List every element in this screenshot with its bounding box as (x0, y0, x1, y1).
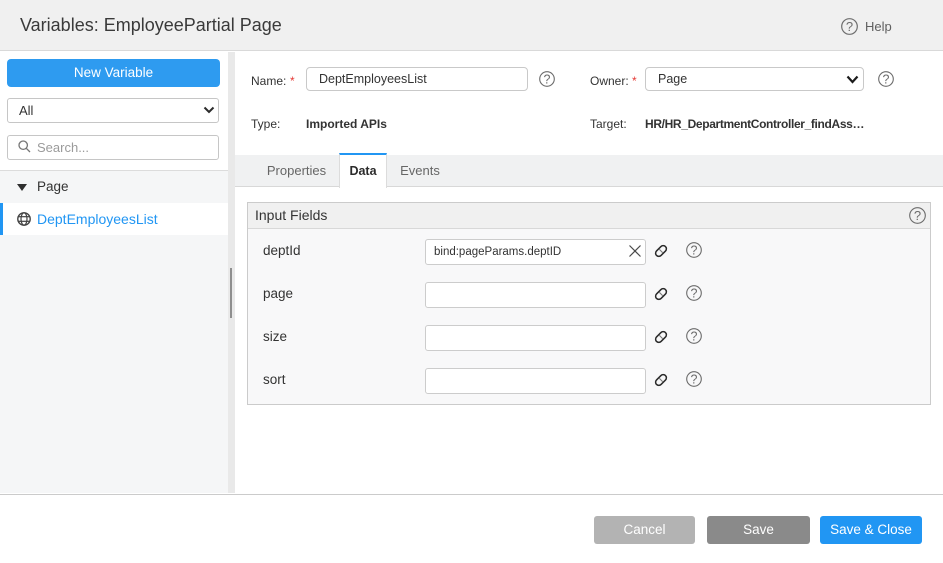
svg-text:?: ? (846, 19, 853, 34)
svg-text:?: ? (691, 372, 698, 386)
svg-text:?: ? (914, 208, 921, 223)
svg-text:?: ? (691, 286, 698, 300)
svg-text:?: ? (691, 243, 698, 257)
svg-text:?: ? (691, 329, 698, 343)
svg-text:?: ? (544, 72, 551, 86)
svg-text:?: ? (883, 72, 890, 86)
